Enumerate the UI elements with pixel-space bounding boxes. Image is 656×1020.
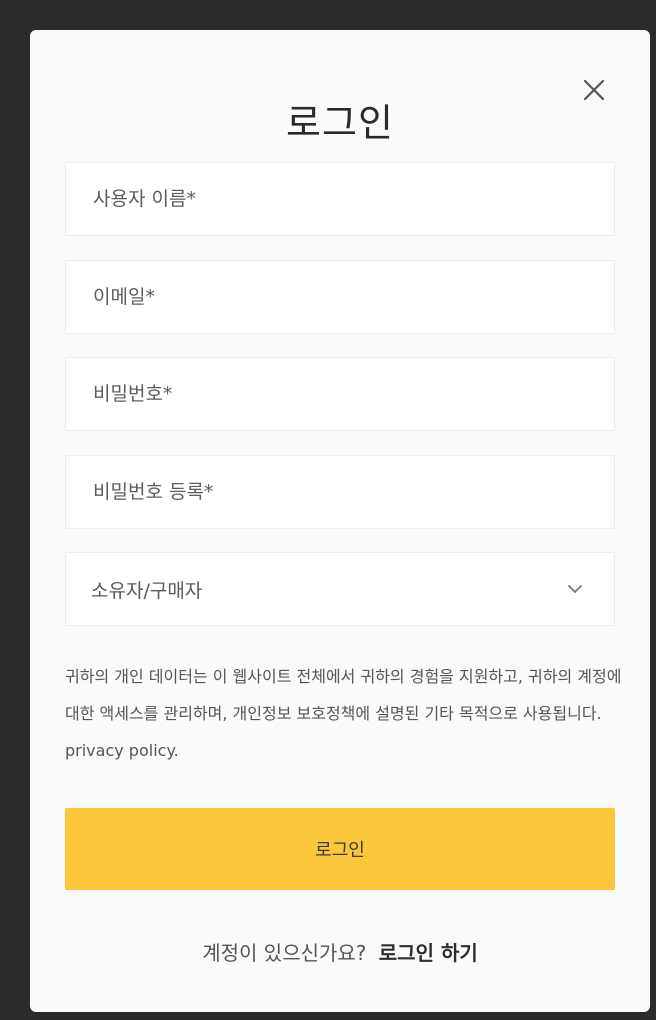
footer-login-prompt: 계정이 있으신가요? 로그인 하기	[30, 937, 650, 966]
password-confirm-field-wrapper	[65, 455, 615, 529]
login-link[interactable]: 로그인 하기	[379, 941, 478, 965]
email-input[interactable]	[91, 285, 589, 309]
password-field-wrapper	[65, 357, 615, 431]
username-input[interactable]	[91, 187, 589, 211]
modal-title: 로그인	[286, 101, 394, 145]
login-submit-button[interactable]: 로그인	[65, 808, 615, 890]
chevron-down-icon	[563, 577, 587, 601]
password-input[interactable]	[91, 382, 589, 406]
privacy-notice: 귀하의 개인 데이터는 이 웹사이트 전체에서 귀하의 경험을 지원하고, 귀하…	[65, 667, 622, 760]
role-select-value: 소유자/구매자	[91, 579, 203, 602]
username-field-wrapper	[65, 162, 615, 236]
password-confirm-input[interactable]	[91, 480, 589, 504]
email-field-wrapper	[65, 260, 615, 334]
close-icon	[583, 79, 605, 101]
role-select[interactable]: 소유자/구매자	[65, 552, 615, 626]
close-button[interactable]	[578, 74, 610, 106]
login-modal: 로그인 소유자/구매자 귀하의 개인 데이터는 이 웹사이트 전체에서 귀하의 …	[30, 30, 650, 1012]
footer-prompt-text: 계정이 있으신가요?	[202, 941, 367, 965]
